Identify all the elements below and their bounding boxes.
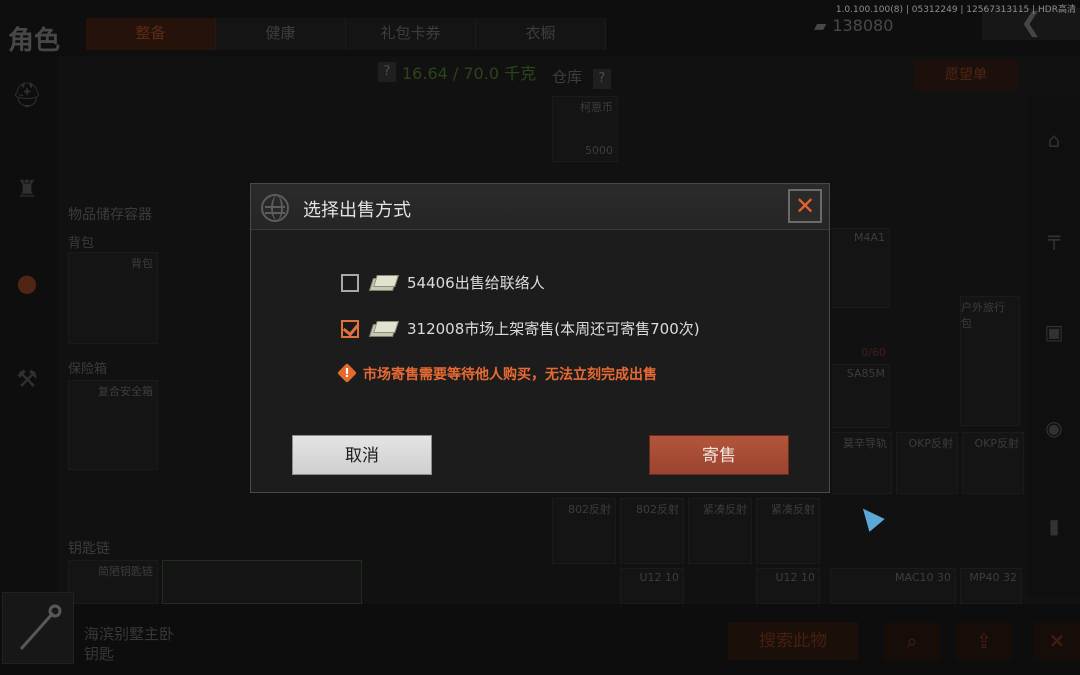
cash-icon	[369, 274, 397, 292]
sell-method-dialog: 选择出售方式 ✕ 54406出售给联络人 312008市场上架寄售(本周还可寄售…	[250, 183, 830, 493]
option-sell-to-contact[interactable]: 54406出售给联络人	[341, 272, 545, 293]
checkbox-market-consign[interactable]	[341, 319, 359, 338]
cancel-button[interactable]: 取消	[292, 435, 432, 475]
option-label: 54406出售给联络人	[407, 274, 545, 292]
warning-text: 市场寄售需要等待他人购买，无法立刻完成出售	[363, 367, 657, 383]
warning-message: 市场寄售需要等待他人购买，无法立刻完成出售	[339, 364, 657, 384]
dialog-header: 选择出售方式 ✕	[251, 184, 829, 230]
dialog-title: 选择出售方式	[303, 200, 411, 221]
consign-button[interactable]: 寄售	[649, 435, 789, 475]
checkbox-sell-to-contact[interactable]	[341, 273, 359, 292]
globe-icon	[261, 194, 289, 222]
option-market-consign[interactable]: 312008市场上架寄售(本周还可寄售700次)	[341, 318, 700, 339]
option-label: 312008市场上架寄售(本周还可寄售700次)	[407, 320, 700, 338]
warning-icon	[339, 365, 357, 383]
cash-icon	[369, 320, 397, 338]
dialog-close-button[interactable]: ✕	[788, 189, 822, 223]
